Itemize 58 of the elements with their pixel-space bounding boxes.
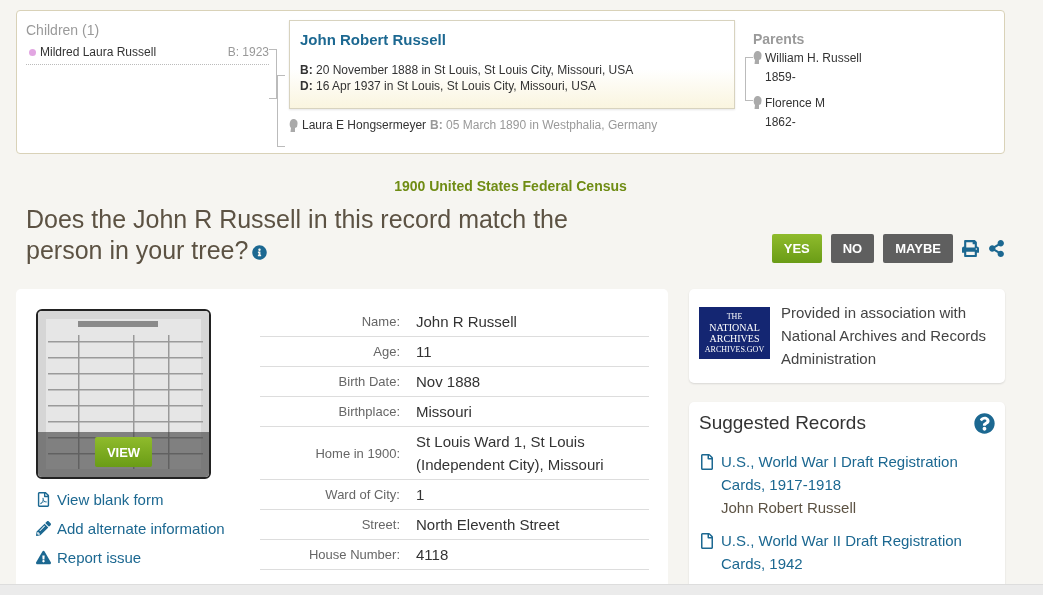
document-icon [699,533,715,549]
logo-text: NATIONAL [709,322,760,333]
fact-value: John R Russell [416,312,518,332]
birth-line: B: 20 November 1888 in St Louis, St Louis City, Missouri, USA [300,62,635,78]
children-heading: Children (1) [26,22,101,38]
provider-text: Provided in association with National Archives and Records Administration [781,303,988,369]
spouse-name[interactable]: Laura E Hongsermeyer [302,118,427,132]
fact-label: House Number: [307,547,400,562]
suggested-record-link[interactable]: U.S., World War II Draft Registration Cards, 1942 [721,529,995,575]
fact-value: Nov 1888 [416,372,482,392]
parents-heading: Parents [753,31,806,47]
pdf-file-icon [36,492,51,507]
record-link[interactable]: Add alternate information [36,520,260,537]
parent-years: 1862- [765,115,797,129]
help-icon[interactable] [974,412,995,434]
pencil-icon [36,521,51,536]
person-silhouette-icon [753,96,762,109]
child-name[interactable]: Mildred Laura Russell [40,45,157,59]
suggested-record-link[interactable]: U.S., World War I Draft Registration Cards, 1917-1918 [721,450,995,496]
fact-label: Home in 1900: [314,445,400,461]
fact-value: 4118 [416,545,450,565]
fact-label: Birthplace: [337,404,400,419]
suggested-heading: Suggested Records [699,412,866,434]
person-name[interactable]: John Robert Russell [300,31,724,48]
answer-button[interactable]: MAYBE [883,234,953,263]
parent-name[interactable]: William H. Russell [765,51,862,65]
fact-label: Birth Date: [337,374,400,389]
warning-icon [36,550,51,565]
person-silhouette-icon [753,51,762,64]
logo-text: THE [726,311,743,322]
logo-text: ARCHIVES.GOV [704,344,765,355]
fact-label: Name: [360,314,400,329]
fact-value: St Louis Ward 1, St Louis (Independent City), Missouri [416,432,605,475]
info-icon[interactable] [252,245,268,260]
parent-name[interactable]: Florence M [765,96,826,110]
logo-text: ARCHIVES [709,333,760,344]
print-icon[interactable] [962,240,979,257]
bracket-connector [745,57,753,101]
document-icon [699,454,715,470]
answer-button[interactable]: NO [830,234,875,263]
fact-label: Street: [360,517,400,532]
match-question: Does the John R Russell in this record match the person in your tree? [26,204,569,266]
fact-value: Missouri [416,402,473,422]
fact-value: 1 [416,485,426,505]
record-link[interactable]: Report issue [36,549,260,566]
record-link[interactable]: View blank form [36,491,260,508]
person-silhouette-icon [289,118,298,132]
child-birth: B: 1923 [227,45,269,59]
fact-label: Ward of City: [324,487,400,502]
spouse-birth: B: 05 March 1890 in Westphalia, Germany [430,118,658,132]
record-collection-title: 1900 United States Federal Census [393,178,628,194]
fact-value: North Eleventh Street [416,515,561,535]
fact-label: Age: [372,344,400,359]
fact-value: 11 [416,342,433,362]
death-line: D: 16 Apr 1937 in St Louis, St Louis City, Missouri, USA [300,78,597,94]
parent-years: 1859- [765,70,797,84]
share-icon[interactable] [988,240,1005,257]
suggested-person: John Robert Russell [721,498,858,518]
